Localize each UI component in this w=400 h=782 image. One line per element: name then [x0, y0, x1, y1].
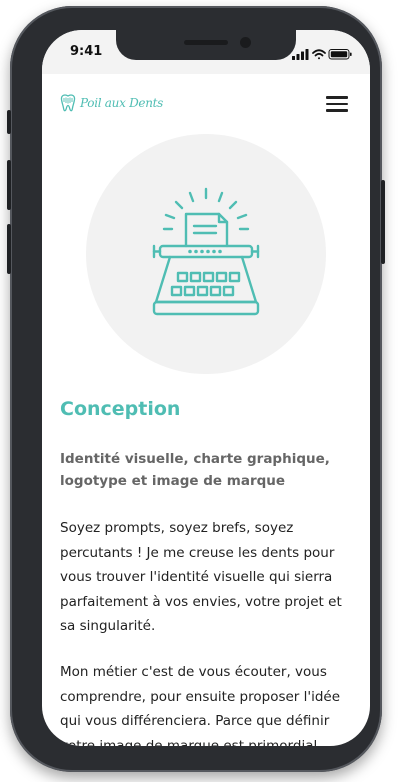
section-subtitle: Identité visuelle, charte graphique, log… [60, 451, 330, 489]
front-camera [240, 37, 251, 48]
paragraph: Mon métier c'est de vous écouter, vous c… [60, 664, 341, 746]
signal-icon [292, 49, 309, 60]
speaker-grille [184, 40, 228, 45]
battery-icon [328, 49, 352, 60]
tooth-logo-icon [60, 94, 76, 112]
side-button-mute [7, 110, 11, 134]
site-header: Poil aux Dents [42, 74, 370, 134]
status-time: 9:41 [70, 44, 103, 59]
paragraph: Soyez prompts, soyez brefs, soyez percut… [60, 520, 342, 634]
site-logo[interactable]: Poil aux Dents [60, 92, 163, 114]
phone-frame: 9:41 Poil aux Dents Conception Identité … [7, 6, 385, 772]
logo-text: Poil aux Dents [80, 96, 163, 110]
wifi-icon [312, 49, 326, 60]
hamburger-menu-icon[interactable] [326, 96, 350, 112]
side-button-power [381, 180, 385, 264]
notch [116, 30, 296, 60]
hero-illustration [86, 134, 326, 374]
status-icons [292, 45, 352, 60]
section-title: Conception [60, 398, 181, 420]
typewriter-icon [152, 187, 260, 316]
screen: 9:41 Poil aux Dents Conception Identité … [42, 30, 370, 746]
side-button-volume-down [7, 224, 11, 274]
side-button-volume-up [7, 160, 11, 210]
